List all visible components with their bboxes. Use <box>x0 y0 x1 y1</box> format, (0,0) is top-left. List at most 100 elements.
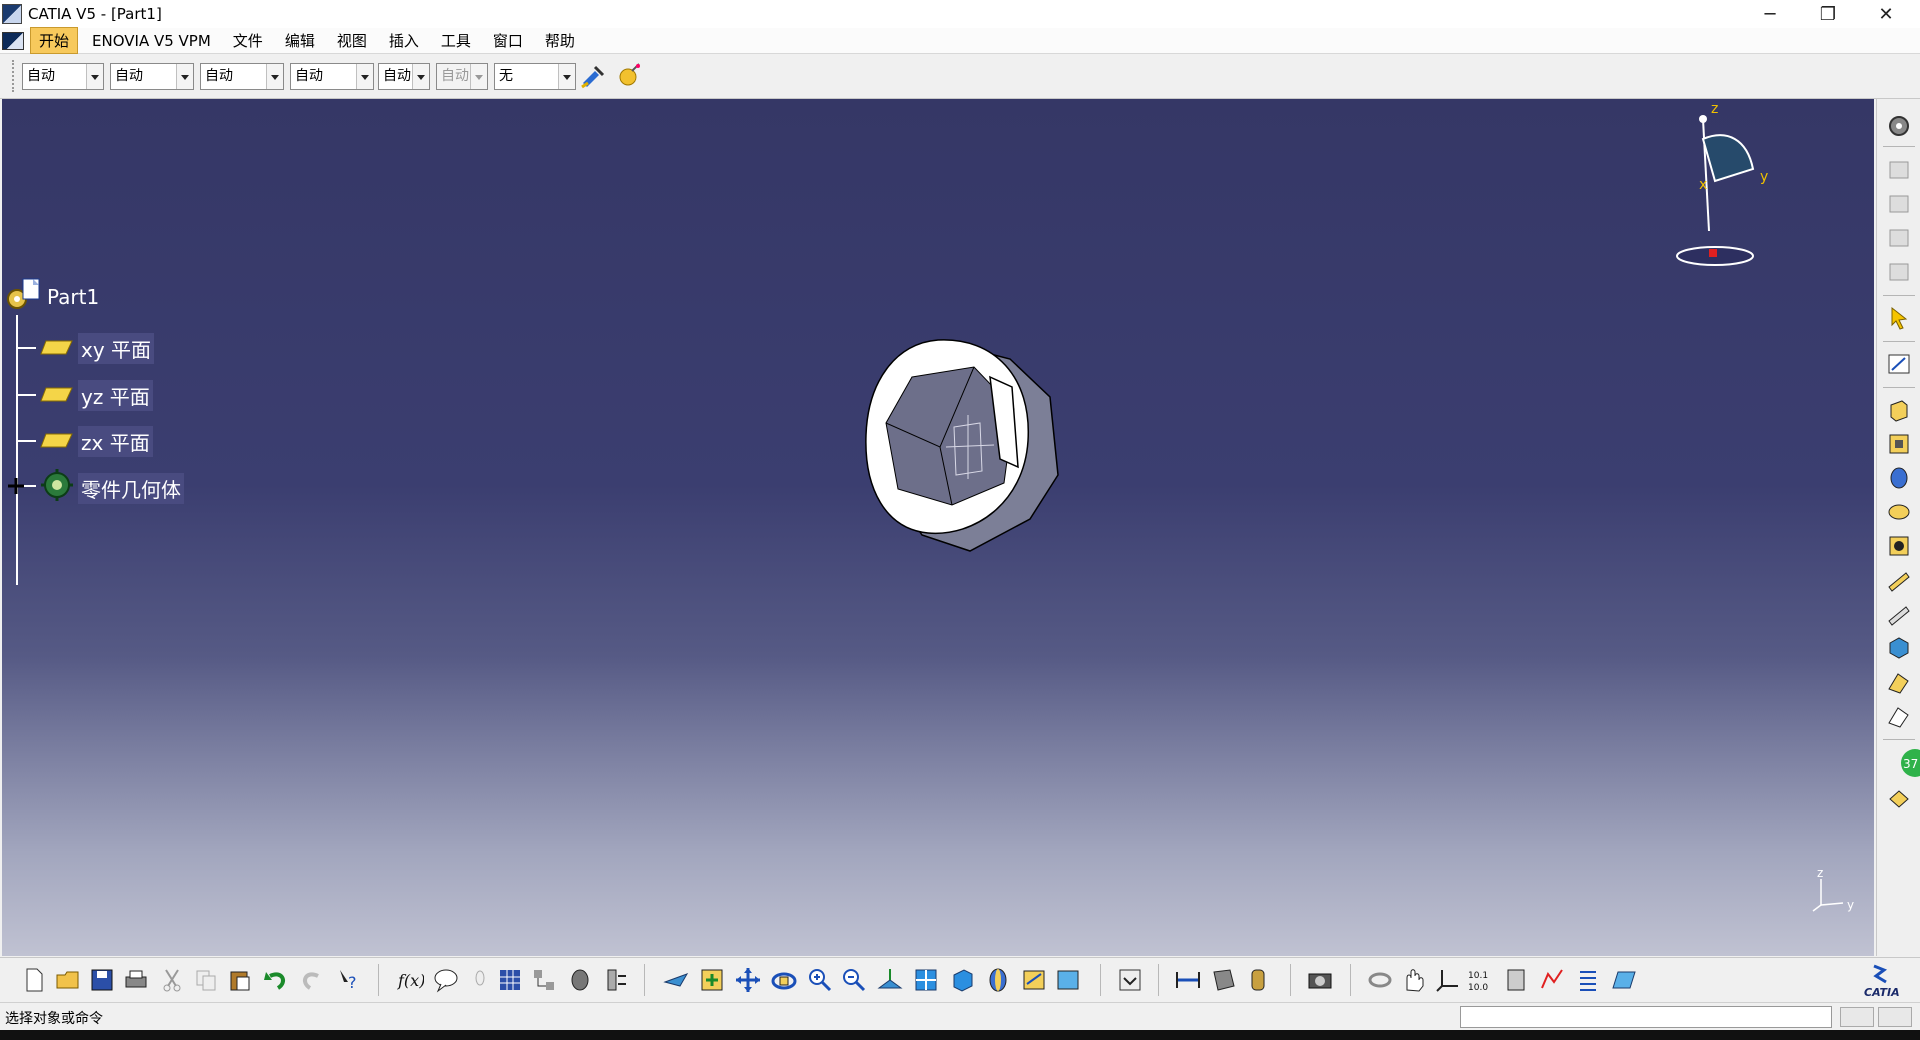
tree-item-yz-plane[interactable]: yz 平面 <box>78 380 153 411</box>
comment-bubble-icon[interactable] <box>432 966 460 994</box>
measure-inertia-icon[interactable] <box>1244 966 1272 994</box>
design-table-grid-icon[interactable] <box>496 966 524 994</box>
update-all-icon[interactable] <box>1116 966 1144 994</box>
design-table-icon[interactable] <box>1886 225 1912 251</box>
dropdown-arrow-icon[interactable] <box>558 64 575 89</box>
settings-gear-icon[interactable] <box>1886 113 1912 139</box>
save-icon[interactable] <box>88 966 116 994</box>
menu-insert[interactable]: 插入 <box>381 28 427 53</box>
analysis-icon[interactable] <box>1538 966 1566 994</box>
dropdown-arrow-icon[interactable] <box>176 64 193 89</box>
document-icon[interactable] <box>2 31 24 50</box>
plane-tool-icon[interactable] <box>1610 966 1638 994</box>
minimize-button[interactable]: ─ <box>1742 0 1798 28</box>
restore-button[interactable]: ❐ <box>1800 0 1856 28</box>
shading-icon[interactable] <box>984 966 1012 994</box>
new-file-icon[interactable] <box>20 966 48 994</box>
pocket-icon[interactable] <box>1886 431 1912 457</box>
menu-start[interactable]: 开始 <box>30 27 79 54</box>
body-gear-icon[interactable] <box>40 468 74 502</box>
plane-icon[interactable] <box>40 432 74 450</box>
dropdown-arrow-icon[interactable] <box>412 64 429 89</box>
menu-window[interactable]: 窗口 <box>485 28 531 53</box>
hide-show-icon[interactable] <box>1020 966 1048 994</box>
status-button[interactable] <box>1840 1007 1874 1027</box>
multi-section-solid-icon[interactable] <box>1886 635 1912 661</box>
thickness-icon[interactable] <box>1886 703 1912 729</box>
parameter-icon[interactable] <box>602 966 630 994</box>
undo-icon[interactable] <box>262 966 290 994</box>
transparency-combo[interactable]: 自动 <box>200 63 284 90</box>
close-button[interactable]: ✕ <box>1858 0 1914 28</box>
menu-enovia[interactable]: ENOVIA V5 VPM <box>84 30 219 52</box>
dropdown-arrow-icon[interactable] <box>356 64 373 89</box>
hole-icon[interactable] <box>1886 533 1912 559</box>
layer-combo[interactable]: 无 <box>494 63 576 90</box>
print-icon[interactable] <box>122 966 150 994</box>
boolean-icon[interactable] <box>1886 785 1912 811</box>
catia-app-icon[interactable] <box>2 4 22 24</box>
measure-between-icon[interactable] <box>1174 966 1202 994</box>
fit-all-in-icon[interactable] <box>698 966 726 994</box>
cut-icon[interactable] <box>158 966 186 994</box>
3d-viewport[interactable]: Part1 xy 平面 yz 平面 zx 平面 零件几何体 x y z z y <box>2 99 1874 956</box>
compass-widget[interactable]: x y z <box>1667 99 1787 279</box>
format-painter-icon[interactable] <box>580 63 606 89</box>
capture-camera-icon[interactable] <box>1306 966 1334 994</box>
copy-icon[interactable] <box>192 966 220 994</box>
dropdown-arrow-icon[interactable] <box>86 64 103 89</box>
zoom-in-icon[interactable] <box>806 966 834 994</box>
line-type-combo[interactable]: 自动 <box>378 63 430 90</box>
formula-icon[interactable] <box>1886 191 1912 217</box>
plane-icon[interactable] <box>40 386 74 404</box>
spin-icon[interactable] <box>1366 966 1394 994</box>
tree-item-xy-plane[interactable]: xy 平面 <box>78 333 155 364</box>
isometric-view-icon[interactable] <box>948 966 976 994</box>
zoom-out-icon[interactable] <box>840 966 868 994</box>
menu-help[interactable]: 帮助 <box>537 28 583 53</box>
grab-hand-icon[interactable] <box>1400 966 1428 994</box>
graphic-properties-wizard-icon[interactable] <box>616 62 642 88</box>
redo-icon[interactable] <box>298 966 326 994</box>
part-gear-icon[interactable] <box>5 277 45 317</box>
fill-color-combo[interactable]: 自动 <box>22 63 104 90</box>
dropdown-arrow-icon[interactable] <box>470 64 487 89</box>
catalog-browser-icon[interactable] <box>530 966 558 994</box>
formula-fx-icon[interactable]: f(x) <box>396 966 424 994</box>
status-button[interactable] <box>1878 1007 1912 1027</box>
menu-view[interactable]: 视图 <box>329 28 375 53</box>
line-color-combo[interactable]: 自动 <box>110 63 194 90</box>
shaft-icon[interactable] <box>1886 465 1912 491</box>
pan-icon[interactable] <box>734 966 762 994</box>
open-folder-icon[interactable] <box>54 966 82 994</box>
sketch-icon[interactable] <box>1886 351 1912 377</box>
whats-this-icon[interactable]: ? <box>336 966 364 994</box>
multi-view-icon[interactable] <box>912 966 940 994</box>
paste-icon[interactable] <box>226 966 254 994</box>
plane-icon[interactable] <box>40 339 74 357</box>
knowledge-icon[interactable] <box>1886 157 1912 183</box>
tree-item-part-body[interactable]: 零件几何体 <box>78 473 184 504</box>
menu-tools[interactable]: 工具 <box>433 28 479 53</box>
slot-icon[interactable] <box>1886 601 1912 627</box>
swap-visible-space-icon[interactable] <box>1054 966 1082 994</box>
rotate-icon[interactable] <box>770 966 798 994</box>
rib-icon[interactable] <box>1886 567 1912 593</box>
measure-item-icon[interactable] <box>1210 966 1238 994</box>
removed-multi-section-icon[interactable] <box>1886 669 1912 695</box>
normal-view-icon[interactable] <box>876 966 904 994</box>
pad-icon[interactable] <box>1886 397 1912 423</box>
counter-badge[interactable]: 37 <box>1895 747 1920 779</box>
menu-edit[interactable]: 编辑 <box>277 28 323 53</box>
groove-icon[interactable] <box>1886 499 1912 525</box>
line-thickness-combo[interactable]: 自动 <box>290 63 374 90</box>
light-bulb-icon[interactable] <box>466 966 494 994</box>
insert-component-icon[interactable] <box>566 966 594 994</box>
dropdown-arrow-icon[interactable] <box>266 64 283 89</box>
grid-snap-icon[interactable]: 10.1 10.0 <box>1466 966 1494 994</box>
point-type-combo[interactable]: 自动 <box>436 63 488 90</box>
filter-icon[interactable] <box>1502 966 1530 994</box>
fly-mode-icon[interactable] <box>662 966 690 994</box>
tree-list-icon[interactable] <box>1574 966 1602 994</box>
toolbar-grip[interactable] <box>12 60 18 92</box>
